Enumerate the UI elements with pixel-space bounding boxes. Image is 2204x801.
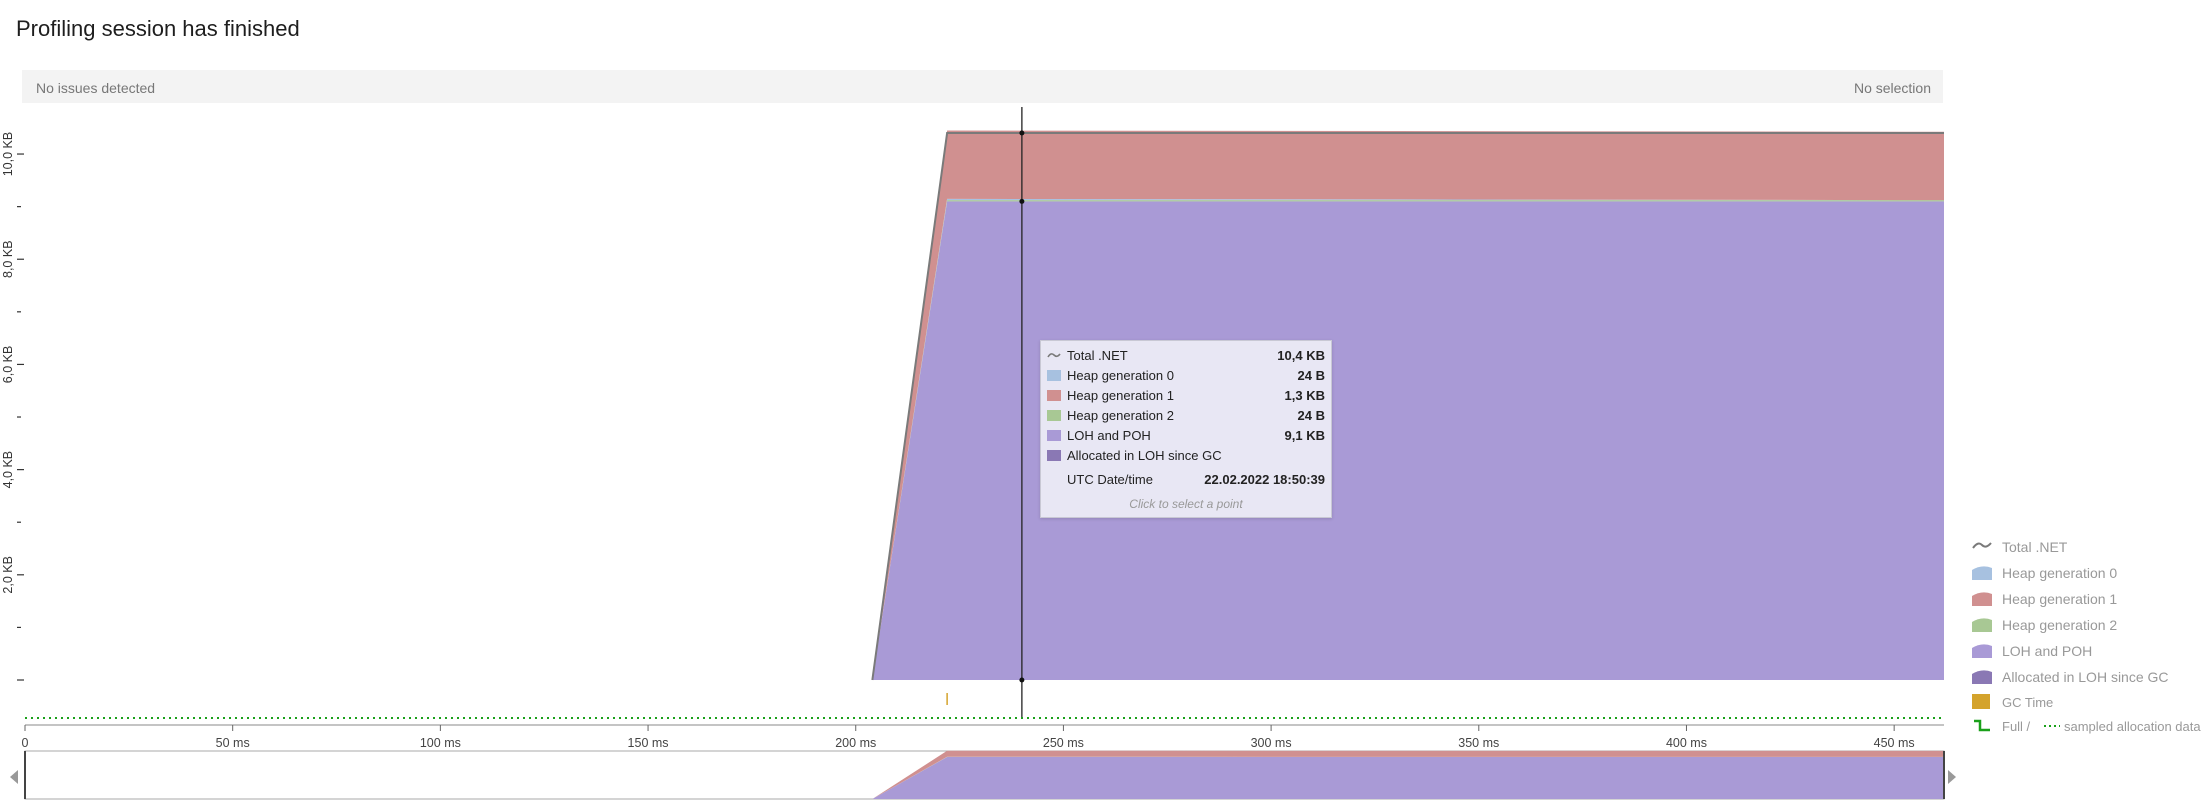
y-tick-label: 4,0 KB: [1, 451, 15, 489]
dotted-line-icon: [2044, 725, 2060, 727]
x-tick-label: 0: [22, 736, 29, 750]
data-point-tooltip: Total .NET 10,4 KB Heap generation 0 24 …: [1040, 340, 1332, 518]
area-loh-and-poh: [872, 201, 1945, 680]
area-icon: [1047, 410, 1061, 421]
cursor-point: [1019, 130, 1025, 136]
y-tick-label: 2,0 KB: [1, 556, 15, 594]
tooltip-row-loh-since-gc: Allocated in LOH since GC: [1047, 447, 1325, 465]
scroll-right-arrow[interactable]: [1948, 770, 1956, 784]
tooltip-row-total: Total .NET 10,4 KB: [1047, 347, 1325, 365]
cursor-point: [1019, 198, 1025, 204]
legend-item-allocation-data[interactable]: Full / sampled allocation data: [1970, 716, 2202, 738]
legend-item-gc-time[interactable]: GC Time: [1970, 692, 2202, 714]
tooltip-row-gen1: Heap generation 1 1,3 KB: [1047, 387, 1325, 405]
x-tick-label: 350 ms: [1458, 736, 1499, 750]
step-line-icon: [1974, 719, 1990, 732]
x-tick-label: 200 ms: [835, 736, 876, 750]
x-tick-label: 50 ms: [216, 736, 250, 750]
x-tick-label: 300 ms: [1251, 736, 1292, 750]
area-icon: [1972, 670, 1992, 684]
area-icon: [1047, 430, 1061, 441]
x-tick-label: 400 ms: [1666, 736, 1707, 750]
area-icon: [1972, 566, 1992, 580]
scroll-left-arrow[interactable]: [10, 770, 18, 784]
legend-item-total[interactable]: Total .NET: [1970, 536, 2202, 558]
x-tick-label: 450 ms: [1874, 736, 1915, 750]
square-icon: [1972, 694, 1990, 709]
legend-item-loh[interactable]: LOH and POH: [1970, 640, 2202, 662]
y-tick-label: 6,0 KB: [1, 346, 15, 384]
tooltip-row-loh: LOH and POH 9,1 KB: [1047, 427, 1325, 445]
area-icon: [1047, 390, 1061, 401]
cursor-point: [1019, 677, 1025, 683]
area-icon: [1972, 618, 1992, 632]
area-icon: [1972, 592, 1992, 606]
area-icon: [1047, 450, 1061, 461]
x-tick-label: 100 ms: [420, 736, 461, 750]
legend-item-gen0[interactable]: Heap generation 0: [1970, 562, 2202, 584]
line-icon: [1972, 542, 1992, 549]
area-icon: [1972, 644, 1992, 658]
tooltip-row-gen0: Heap generation 0 24 B: [1047, 367, 1325, 385]
x-tick-label: 150 ms: [628, 736, 669, 750]
y-tick-label: 10,0 KB: [1, 132, 15, 176]
tooltip-row-gen2: Heap generation 2 24 B: [1047, 407, 1325, 425]
area-icon: [1047, 370, 1061, 381]
x-tick-label: 250 ms: [1043, 736, 1084, 750]
legend-item-gen2[interactable]: Heap generation 2: [1970, 614, 2202, 636]
tooltip-row-datetime: UTC Date/time 22.02.2022 18:50:39: [1067, 472, 1325, 487]
y-tick-label: 8,0 KB: [1, 240, 15, 278]
legend-sampled-label: sampled allocation data: [2064, 719, 2201, 734]
tooltip-hint: Click to select a point: [1129, 497, 1243, 511]
legend-full-label: Full /: [2002, 719, 2031, 734]
legend-item-loh-since-gc[interactable]: Allocated in LOH since GC: [1970, 666, 2202, 688]
line-icon: [1047, 353, 1061, 358]
overview-area-loh-and-poh: [872, 757, 1945, 799]
legend-item-gen1[interactable]: Heap generation 1: [1970, 588, 2202, 610]
